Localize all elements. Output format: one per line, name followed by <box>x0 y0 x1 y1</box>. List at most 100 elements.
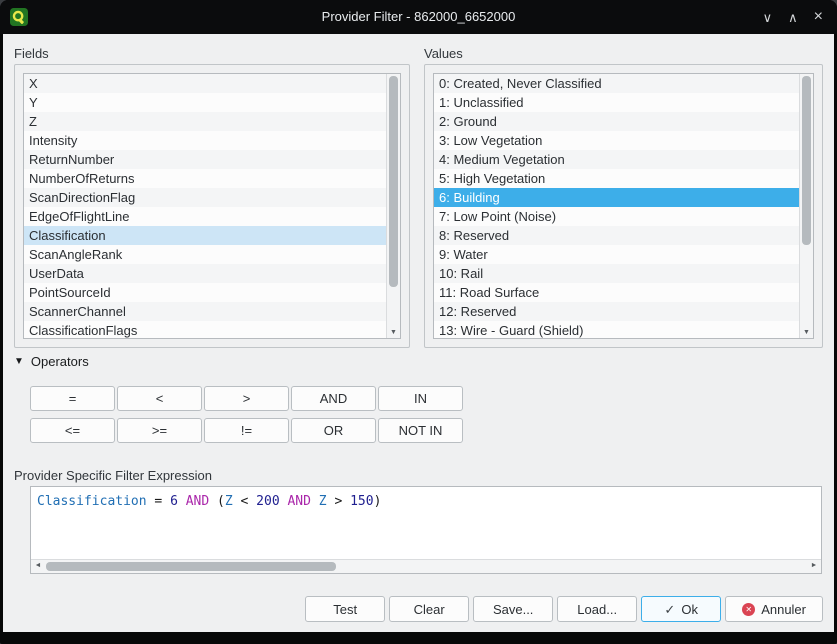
list-item[interactable]: 8: Reserved <box>434 226 800 245</box>
operator-button-not-in[interactable]: NOT IN <box>378 418 463 443</box>
list-item[interactable]: Classification <box>24 226 387 245</box>
list-item[interactable]: ScannerChannel <box>24 302 387 321</box>
list-item[interactable]: X <box>24 74 387 93</box>
list-item[interactable]: 10: Rail <box>434 264 800 283</box>
list-item[interactable]: ScanAngleRank <box>24 245 387 264</box>
expression-token: AND <box>186 494 209 509</box>
cancel-button-label: Annuler <box>761 602 806 617</box>
scrollbar-thumb[interactable] <box>46 562 336 571</box>
operators-row-2: <=>=!=ORNOT IN <box>30 418 463 443</box>
expression-text: Classification = 6 AND (Z < 200 AND Z > … <box>31 487 821 560</box>
expression-token: > <box>327 494 350 509</box>
values-group: 0: Created, Never Classified1: Unclassif… <box>424 64 823 348</box>
list-item[interactable]: 11: Road Surface <box>434 283 800 302</box>
fields-group-label: Fields <box>14 46 49 61</box>
list-item[interactable]: ClassificationFlags <box>24 321 387 339</box>
load-button[interactable]: Load... <box>557 596 637 622</box>
expression-token <box>311 494 319 509</box>
list-item[interactable]: 2: Ground <box>434 112 800 131</box>
save-button[interactable]: Save... <box>473 596 553 622</box>
expression-token: Z <box>319 494 327 509</box>
collapse-arrow-icon[interactable]: ▼ <box>14 357 24 367</box>
ok-button[interactable]: ✓ Ok <box>641 596 721 622</box>
expression-horizontal-scrollbar[interactable]: ◄ ► <box>31 559 821 573</box>
minimize-icon[interactable]: ∨ <box>763 11 773 24</box>
fields-list-rows: XYZIntensityReturnNumberNumberOfReturnsS… <box>24 74 387 338</box>
operator-button-less-equal[interactable]: <= <box>30 418 115 443</box>
test-button-label: Test <box>333 602 357 617</box>
scroll-left-icon[interactable]: ◄ <box>32 560 44 573</box>
list-item[interactable]: 9: Water <box>434 245 800 264</box>
expression-token: ( <box>209 494 225 509</box>
list-item[interactable]: 0: Created, Never Classified <box>434 74 800 93</box>
list-item[interactable]: NumberOfReturns <box>24 169 387 188</box>
cancel-button[interactable]: ✕ Annuler <box>725 596 823 622</box>
operator-button-in[interactable]: IN <box>378 386 463 411</box>
fields-group: XYZIntensityReturnNumberNumberOfReturnsS… <box>14 64 410 348</box>
list-item[interactable]: 5: High Vegetation <box>434 169 800 188</box>
list-item[interactable]: UserData <box>24 264 387 283</box>
list-item[interactable]: 6: Building <box>434 188 800 207</box>
operator-button-or[interactable]: OR <box>291 418 376 443</box>
scroll-down-icon[interactable]: ▼ <box>800 327 813 338</box>
operator-button-less-than[interactable]: < <box>117 386 202 411</box>
operators-label: Operators <box>31 354 89 369</box>
list-item[interactable]: Y <box>24 93 387 112</box>
expression-token: < <box>233 494 256 509</box>
list-item[interactable]: 1: Unclassified <box>434 93 800 112</box>
dialog-content: Fields XYZIntensityReturnNumberNumberOfR… <box>3 34 834 632</box>
window-controls: ∨ ∧ × <box>763 0 823 34</box>
load-button-label: Load... <box>577 602 617 617</box>
cancel-icon: ✕ <box>742 603 755 616</box>
list-item[interactable]: 4: Medium Vegetation <box>434 150 800 169</box>
scroll-down-icon[interactable]: ▼ <box>387 327 400 338</box>
close-icon[interactable]: × <box>814 9 823 25</box>
expression-token <box>178 494 186 509</box>
values-list[interactable]: 0: Created, Never Classified1: Unclassif… <box>433 73 814 339</box>
list-item[interactable]: ReturnNumber <box>24 150 387 169</box>
ok-button-label: Ok <box>681 602 698 617</box>
window-title: Provider Filter - 862000_6652000 <box>0 0 837 34</box>
expression-group-label: Provider Specific Filter Expression <box>14 468 212 483</box>
values-list-rows: 0: Created, Never Classified1: Unclassif… <box>434 74 800 338</box>
operators-row-1: =<>ANDIN <box>30 386 463 411</box>
list-item[interactable]: 7: Low Point (Noise) <box>434 207 800 226</box>
scroll-right-icon[interactable]: ► <box>808 560 820 573</box>
scrollbar-thumb[interactable] <box>802 76 811 245</box>
provider-filter-dialog: Provider Filter - 862000_6652000 ∨ ∧ × F… <box>0 0 837 644</box>
clear-button-label: Clear <box>414 602 445 617</box>
operator-button-greater-equal[interactable]: >= <box>117 418 202 443</box>
operators-header[interactable]: ▼ Operators <box>14 354 89 369</box>
fields-vertical-scrollbar[interactable]: ▼ <box>386 74 400 338</box>
list-item[interactable]: EdgeOfFlightLine <box>24 207 387 226</box>
expression-token: AND <box>287 494 310 509</box>
maximize-icon[interactable]: ∧ <box>788 11 798 24</box>
expression-token: Z <box>225 494 233 509</box>
operator-button-not-equal[interactable]: != <box>204 418 289 443</box>
operator-button-greater-than[interactable]: > <box>204 386 289 411</box>
fields-list[interactable]: XYZIntensityReturnNumberNumberOfReturnsS… <box>23 73 401 339</box>
test-button[interactable]: Test <box>305 596 385 622</box>
operator-button-equals[interactable]: = <box>30 386 115 411</box>
filter-expression-editor[interactable]: Classification = 6 AND (Z < 200 AND Z > … <box>30 486 822 574</box>
expression-token: 150 <box>350 494 373 509</box>
dialog-buttons: Test Clear Save... Load... ✓ Ok ✕ Annule… <box>3 596 823 622</box>
values-vertical-scrollbar[interactable]: ▼ <box>799 74 813 338</box>
operator-button-and[interactable]: AND <box>291 386 376 411</box>
list-item[interactable]: 12: Reserved <box>434 302 800 321</box>
list-item[interactable]: PointSourceId <box>24 283 387 302</box>
scrollbar-thumb[interactable] <box>389 76 398 287</box>
save-button-label: Save... <box>493 602 533 617</box>
values-group-label: Values <box>424 46 463 61</box>
expression-token: ) <box>374 494 382 509</box>
list-item[interactable]: 13: Wire - Guard (Shield) <box>434 321 800 339</box>
titlebar[interactable]: Provider Filter - 862000_6652000 ∨ ∧ × <box>0 0 837 34</box>
clear-button[interactable]: Clear <box>389 596 469 622</box>
check-icon: ✓ <box>664 603 675 616</box>
list-item[interactable]: ScanDirectionFlag <box>24 188 387 207</box>
list-item[interactable]: 3: Low Vegetation <box>434 131 800 150</box>
list-item[interactable]: Z <box>24 112 387 131</box>
expression-token: Classification <box>37 494 147 509</box>
list-item[interactable]: Intensity <box>24 131 387 150</box>
expression-token: 6 <box>170 494 178 509</box>
